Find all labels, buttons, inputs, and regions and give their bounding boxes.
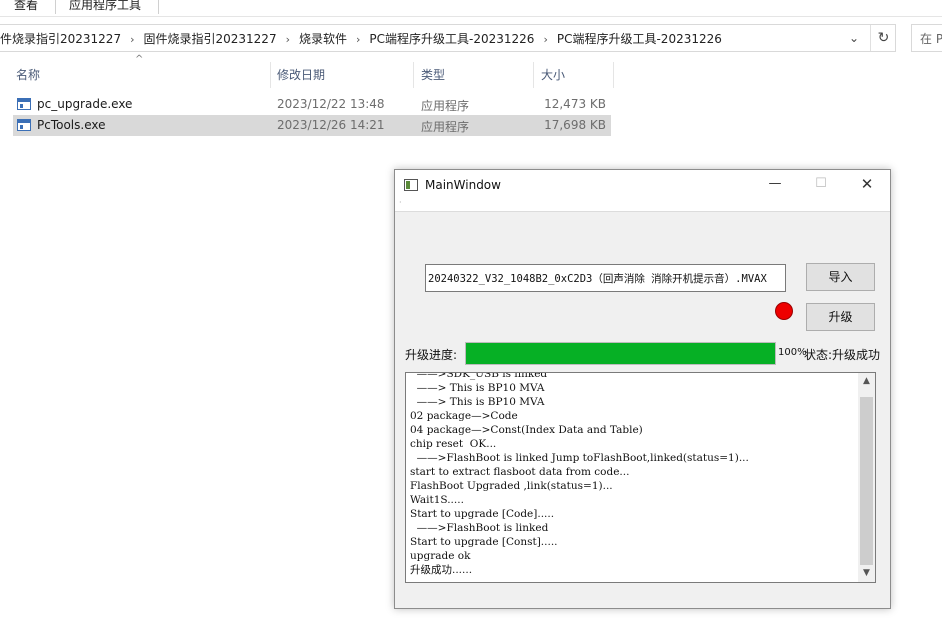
window-title: MainWindow <box>425 178 501 192</box>
close-icon[interactable]: ✕ <box>844 170 890 200</box>
column-header-size[interactable]: 大小 <box>541 66 565 83</box>
file-row[interactable]: pc_upgrade.exe 2023/12/22 13:48 应用程序 12,… <box>13 94 611 115</box>
scroll-up-icon[interactable]: ▲ <box>858 373 875 390</box>
main-window: MainWindow — ☐ ✕ · 20240322_V32_1048B2_0… <box>394 169 891 609</box>
log-line: start to extract flasboot data from code… <box>410 466 630 478</box>
column-headers: 名称 修改日期 类型 大小 <box>0 62 942 88</box>
upgrade-button[interactable]: 升级 <box>806 303 875 331</box>
chevron-right-icon[interactable]: › <box>130 33 134 46</box>
breadcrumb: 件烧录指引20231227 › 固件烧录指引20231227 › 烧录软件 › PC端程序升… <box>0 30 722 47</box>
menu-bar: · <box>395 198 890 212</box>
chevron-down-icon[interactable]: ⌄ <box>842 25 866 51</box>
file-date: 2023/12/22 13:48 <box>277 97 385 111</box>
log-line: ——> This is BP10 MVA <box>410 396 545 408</box>
maximize-icon[interactable]: ☐ <box>798 170 844 200</box>
breadcrumb-item[interactable]: 件烧录指引20231227 <box>0 30 121 47</box>
file-size: 12,473 KB <box>544 97 606 111</box>
file-row-selected[interactable]: PcTools.exe 2023/12/26 14:21 应用程序 17,698… <box>13 115 611 136</box>
tab-app-tools[interactable]: 应用程序工具 <box>69 0 141 13</box>
column-header-type[interactable]: 类型 <box>421 66 445 83</box>
chevron-right-icon[interactable]: › <box>543 33 547 46</box>
exe-file-icon <box>17 98 31 110</box>
breadcrumb-item[interactable]: PC端程序升级工具-20231226 <box>557 30 722 47</box>
breadcrumb-item[interactable]: 固件烧录指引20231227 <box>144 30 277 47</box>
log-line: chip reset OK... <box>410 438 497 450</box>
file-name: PcTools.exe <box>37 118 106 132</box>
log-line: Start to upgrade [Const]..... <box>410 536 558 548</box>
progress-bar <box>465 342 776 365</box>
import-button[interactable]: 导入 <box>806 263 875 291</box>
column-divider[interactable] <box>533 62 534 88</box>
exe-file-icon <box>17 119 31 131</box>
file-date: 2023/12/26 14:21 <box>277 118 385 132</box>
log-line: 04 package—>Const(Index Data and Table) <box>410 424 643 436</box>
minimize-icon[interactable]: — <box>752 170 798 200</box>
log-output[interactable]: ——>SDK_USB is linked ——> This is BP10 MV… <box>405 372 876 583</box>
file-name: pc_upgrade.exe <box>37 97 133 111</box>
log-line: upgrade ok <box>410 550 471 562</box>
log-line: FlashBoot Upgraded ,link(status=1)... <box>410 480 613 492</box>
log-line: ——>SDK_USB is linked <box>410 372 548 380</box>
ribbon-tabs: 查看 应用程序工具 <box>0 0 942 17</box>
breadcrumb-item[interactable]: PC端程序升级工具-20231226 <box>369 30 534 47</box>
scroll-down-icon[interactable]: ▼ <box>858 565 875 582</box>
app-icon <box>404 179 418 191</box>
title-bar[interactable]: MainWindow — ☐ ✕ <box>395 170 890 200</box>
progress-label: 升级进度: <box>405 348 458 362</box>
log-line: Start to upgrade [Code]..... <box>410 508 555 520</box>
column-header-date[interactable]: 修改日期 <box>277 66 325 83</box>
file-type: 应用程序 <box>421 120 470 134</box>
log-lines: ——>SDK_USB is linked ——> This is BP10 MV… <box>410 372 860 577</box>
tab-view[interactable]: 查看 <box>14 0 38 13</box>
file-path-field[interactable]: 20240322_V32_1048B2_0xC2D3（回声消除 消除开机提示音）… <box>425 264 786 292</box>
chevron-right-icon[interactable]: › <box>356 33 360 46</box>
log-line: Wait1S..... <box>410 494 464 506</box>
search-input[interactable]: 在 P <box>911 24 942 52</box>
column-header-name[interactable]: 名称 <box>16 66 40 83</box>
status-text: 状态:升级成功 <box>804 346 880 363</box>
status-label: 状态: <box>804 348 833 362</box>
log-line: ——>FlashBoot is linked <box>410 522 549 534</box>
status-value: 升级成功 <box>832 348 881 362</box>
scrollbar[interactable]: ▲ ▼ <box>858 373 875 582</box>
breadcrumb-item[interactable]: 烧录软件 <box>299 30 347 47</box>
log-line: ——>FlashBoot is linked Jump toFlashBoot,… <box>410 452 749 464</box>
ribbon-separator <box>158 0 159 14</box>
status-indicator-icon <box>775 302 793 320</box>
file-size: 17,698 KB <box>544 118 606 132</box>
column-divider[interactable] <box>413 62 414 88</box>
file-type: 应用程序 <box>421 99 470 113</box>
address-bar[interactable]: 件烧录指引20231227 › 固件烧录指引20231227 › 烧录软件 › PC端程序升… <box>0 24 896 52</box>
scroll-thumb[interactable] <box>860 397 873 565</box>
log-line: ——> This is BP10 MVA <box>410 382 545 394</box>
column-divider[interactable] <box>270 62 271 88</box>
column-divider[interactable] <box>613 62 614 88</box>
chevron-right-icon[interactable]: › <box>286 33 290 46</box>
progress-fill <box>466 343 775 364</box>
log-line: 升级成功...... <box>410 564 473 576</box>
progress-percent: 100% <box>778 347 807 358</box>
ribbon-separator <box>55 0 56 14</box>
log-line: 02 package—>Code <box>410 410 518 422</box>
refresh-icon[interactable]: ↻ <box>870 25 896 51</box>
menu-grip-icon: · <box>399 198 402 207</box>
